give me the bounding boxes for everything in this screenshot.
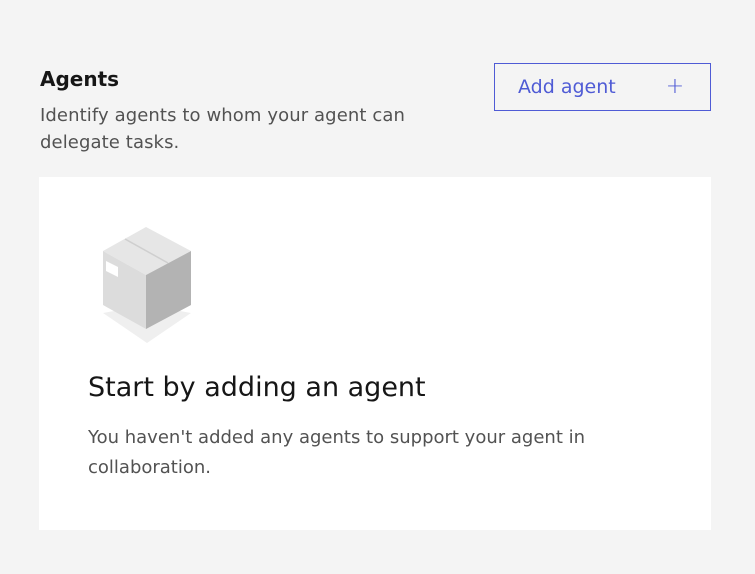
agents-section-header: Agents Identify agents to whom your agen… bbox=[40, 66, 460, 156]
box-icon bbox=[103, 227, 191, 343]
add-agent-button[interactable]: Add agent + bbox=[494, 63, 711, 111]
section-description: Identify agents to whom your agent can d… bbox=[40, 105, 406, 153]
empty-state-title: Start by adding an agent bbox=[88, 372, 426, 403]
empty-state-description: You haven't added any agents to support … bbox=[88, 427, 586, 478]
add-agent-button-label: Add agent bbox=[518, 76, 616, 98]
empty-state-card: Start by adding an agent You haven't add… bbox=[39, 177, 711, 530]
plus-icon: + bbox=[665, 74, 685, 99]
section-title: Agents bbox=[40, 67, 120, 91]
